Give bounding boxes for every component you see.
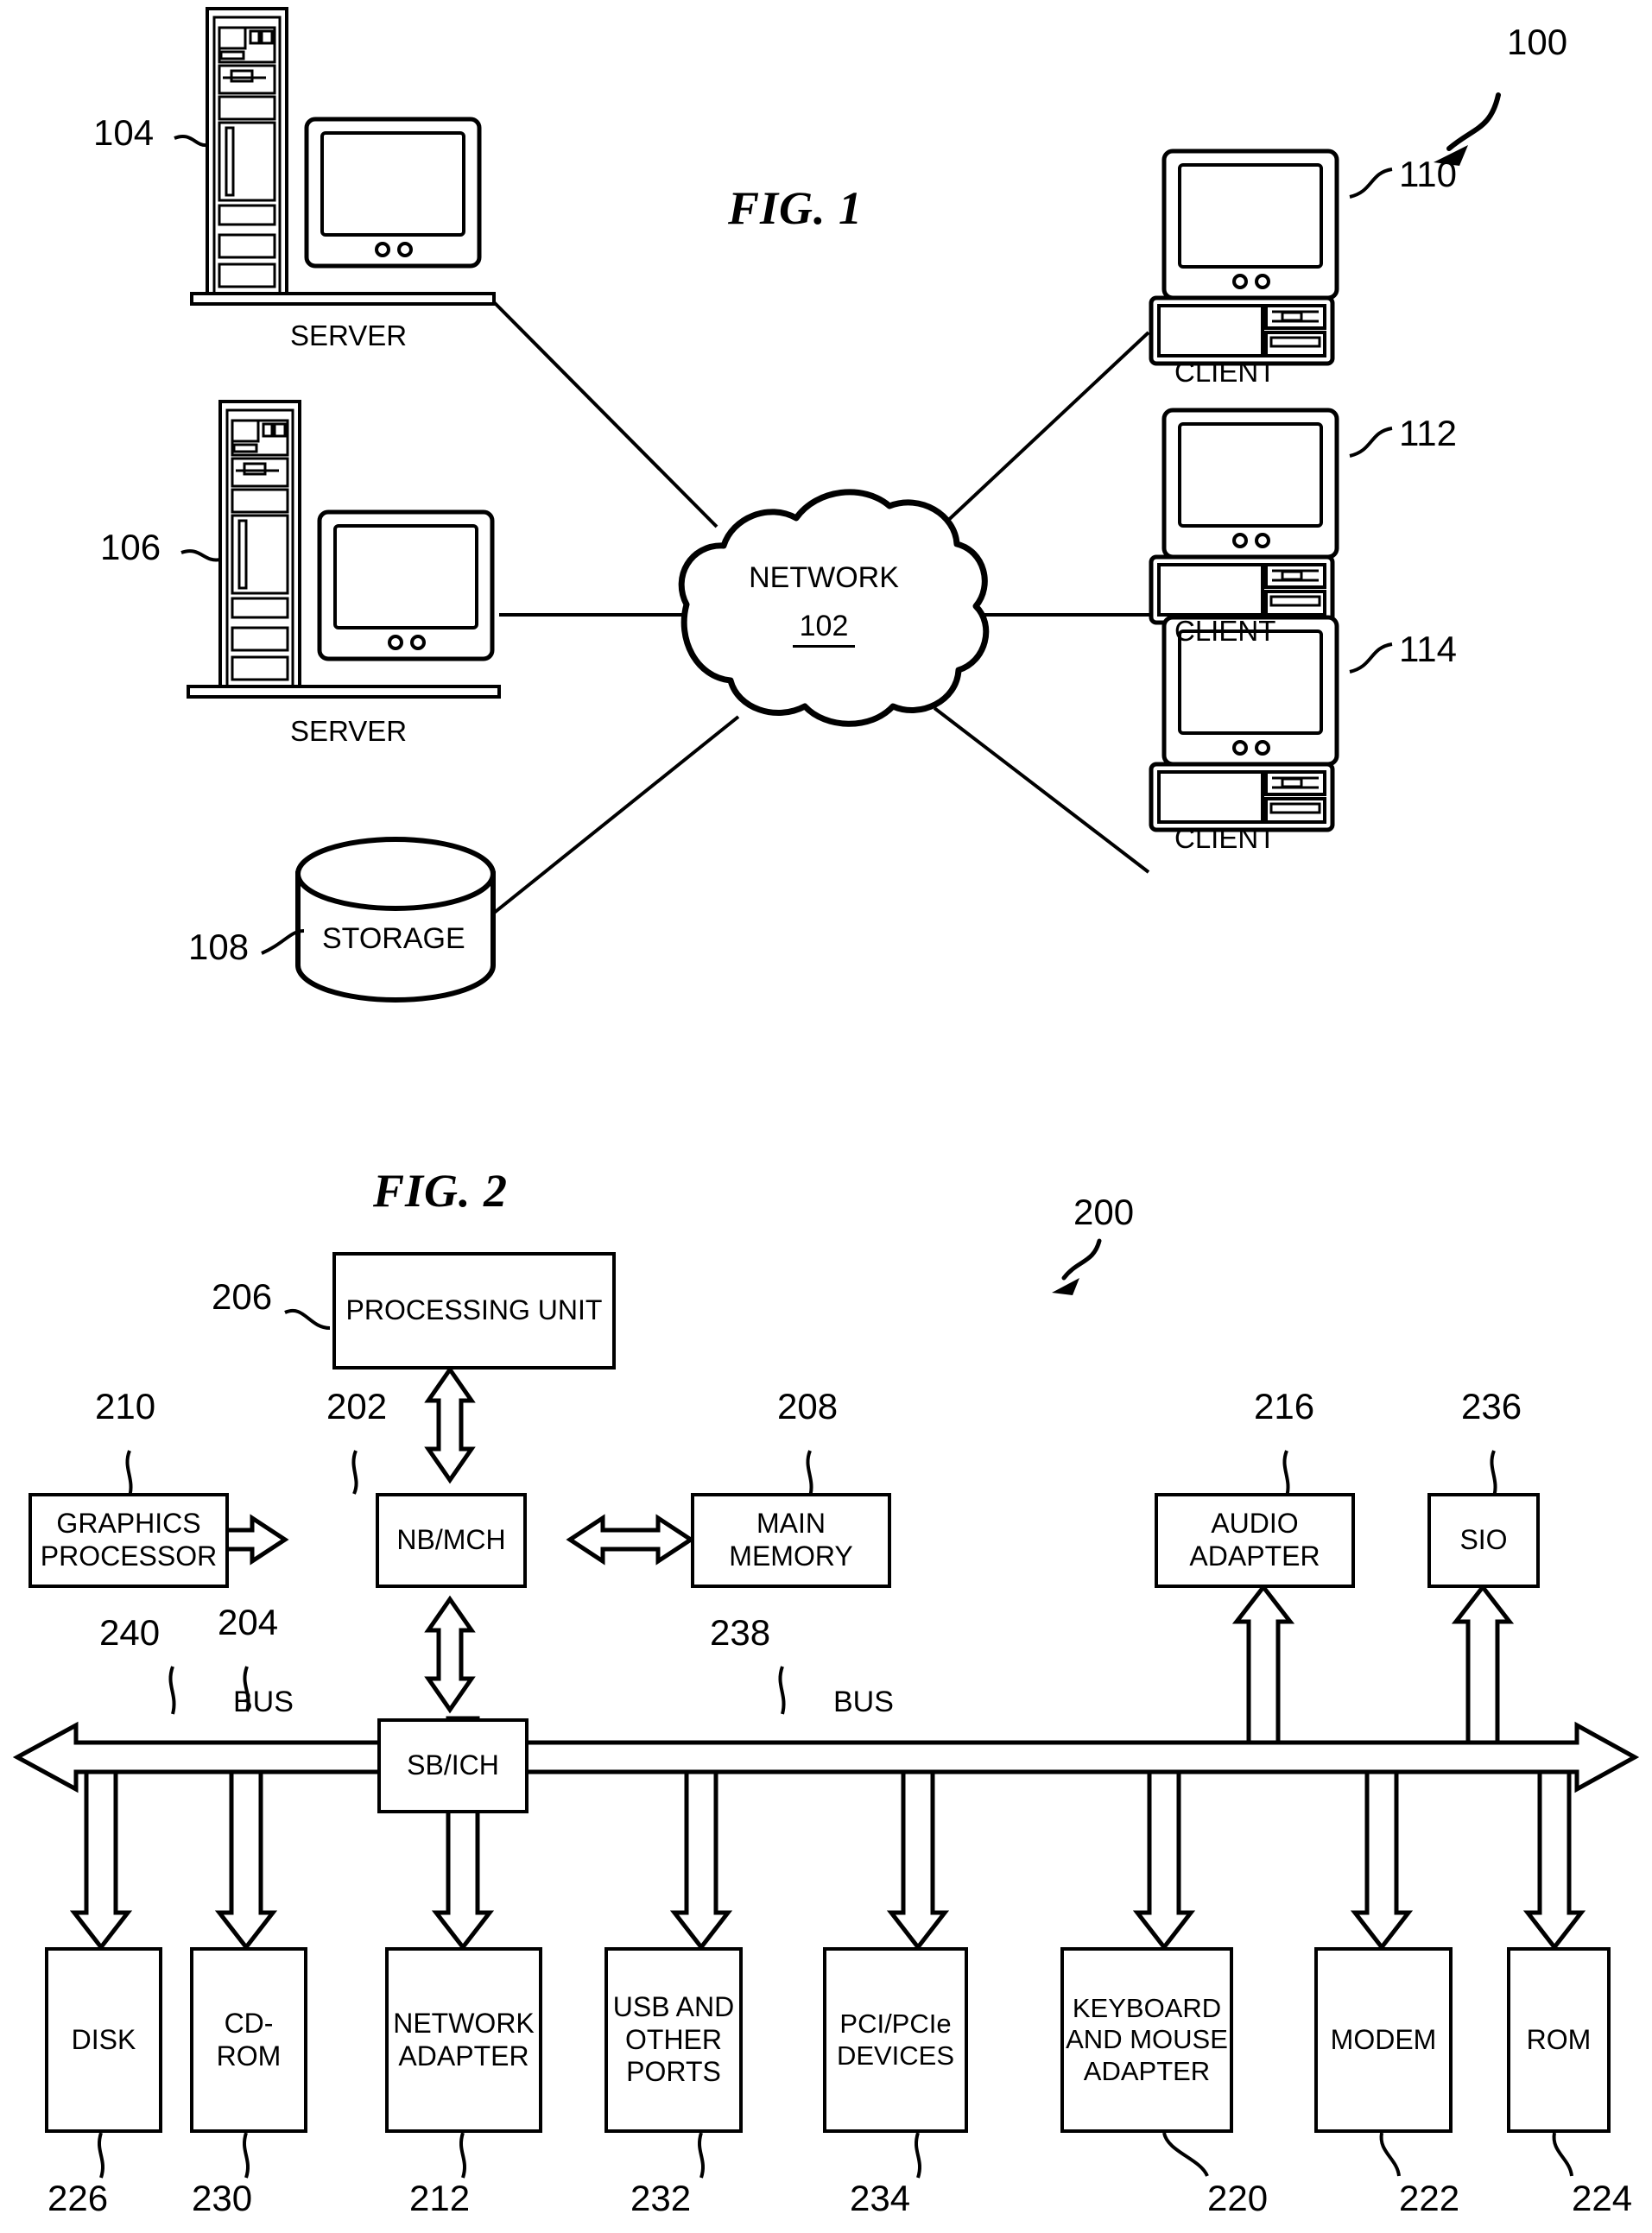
ref-212: 212 bbox=[409, 2178, 471, 2218]
client-2-label: CLIENT bbox=[1174, 615, 1276, 647]
ref-236: 236 bbox=[1461, 1386, 1522, 1426]
pci-pcie-devices-block[interactable]: PCI/PCIe DEVICES bbox=[823, 1947, 968, 2133]
bus-left-label: BUS bbox=[233, 1686, 294, 1718]
ref-200: 200 bbox=[1073, 1192, 1135, 1232]
network-adapter-block[interactable]: NETWORK ADAPTER bbox=[385, 1947, 542, 2133]
bus-left-arrow bbox=[12, 1721, 391, 1793]
main-memory-block[interactable]: MAIN MEMORY bbox=[691, 1493, 891, 1588]
ref-202: 202 bbox=[326, 1386, 388, 1426]
arrow-pu-nbmch bbox=[424, 1365, 476, 1484]
bus-down-arrows bbox=[69, 1769, 1586, 1952]
modem-block[interactable]: MODEM bbox=[1314, 1947, 1453, 2133]
ref-106: 106 bbox=[100, 527, 161, 567]
arrow-nbmch-sbich bbox=[424, 1595, 476, 1714]
ref-230: 230 bbox=[192, 2178, 253, 2218]
ref-222: 222 bbox=[1399, 2178, 1460, 2218]
bus-up-arrows bbox=[1231, 1583, 1515, 1745]
network-ref-102: 102 bbox=[793, 610, 855, 648]
ref-220: 220 bbox=[1207, 2178, 1269, 2218]
graphics-processor-block[interactable]: GRAPHICS PROCESSOR bbox=[28, 1493, 229, 1588]
patent-figure-sheet: FIG. 1 100 104 SERVER 106 SERVER 108 STO… bbox=[0, 0, 1652, 2233]
ref-204: 204 bbox=[218, 1602, 279, 1642]
figure-2-title: FIG. 2 bbox=[373, 1165, 509, 1217]
storage-cylinder bbox=[295, 837, 496, 1003]
disk-block[interactable]: DISK bbox=[45, 1947, 162, 2133]
ref-210: 210 bbox=[95, 1386, 156, 1426]
storage-label: STORAGE bbox=[322, 922, 465, 955]
cd-rom-block[interactable]: CD-ROM bbox=[190, 1947, 307, 2133]
ref-104: 104 bbox=[93, 112, 155, 153]
network-label: NETWORK bbox=[749, 561, 899, 594]
keyboard-and-mouse-adapter-block[interactable]: KEYBOARD AND MOUSE ADAPTER bbox=[1060, 1947, 1233, 2133]
usb-and-other-ports-block[interactable]: USB AND OTHER PORTS bbox=[604, 1947, 743, 2133]
diagram-vector-layer bbox=[12, 7, 1640, 2179]
bus-right-label: BUS bbox=[833, 1686, 894, 1718]
ref-238: 238 bbox=[710, 1612, 771, 1653]
client-1-label: CLIENT bbox=[1174, 356, 1276, 388]
ref-240: 240 bbox=[99, 1612, 161, 1653]
ref-232: 232 bbox=[630, 2178, 692, 2218]
sb-ich-block[interactable]: SB/ICH bbox=[377, 1718, 529, 1813]
server-1-label: SERVER bbox=[290, 319, 408, 351]
figure-1-title: FIG. 1 bbox=[728, 182, 864, 234]
ref-216: 216 bbox=[1254, 1386, 1315, 1426]
client-3-label: CLIENT bbox=[1174, 822, 1276, 854]
ref-114: 114 bbox=[1399, 629, 1457, 669]
ref-226: 226 bbox=[47, 2178, 109, 2218]
sio-block[interactable]: SIO bbox=[1427, 1493, 1540, 1588]
processing-unit-block[interactable]: PROCESSING UNIT bbox=[332, 1252, 616, 1370]
ref-108: 108 bbox=[188, 927, 250, 967]
arrow-nbmch-mem bbox=[566, 1514, 695, 1566]
server-2-label: SERVER bbox=[290, 715, 408, 747]
ref-100: 100 bbox=[1507, 22, 1568, 62]
ref-206: 206 bbox=[212, 1276, 273, 1317]
bus-right-arrow bbox=[429, 1721, 1640, 1793]
audio-adapter-block[interactable]: AUDIO ADAPTER bbox=[1155, 1493, 1355, 1588]
rom-block[interactable]: ROM bbox=[1507, 1947, 1611, 2133]
ref-110: 110 bbox=[1399, 154, 1457, 194]
ref-234: 234 bbox=[850, 2178, 911, 2218]
ref-112: 112 bbox=[1399, 413, 1457, 453]
nb-mch-block[interactable]: NB/MCH bbox=[376, 1493, 527, 1588]
ref-224: 224 bbox=[1572, 2178, 1633, 2218]
ref-208: 208 bbox=[777, 1386, 839, 1426]
